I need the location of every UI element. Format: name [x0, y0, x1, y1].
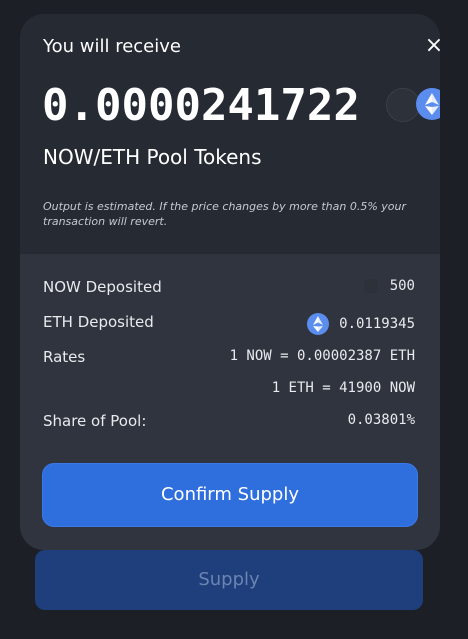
eth-deposited-row: ETH Deposited 0.0119345	[43, 313, 415, 337]
modal-heading: You will receive	[43, 36, 181, 57]
pool-pair-icons	[386, 88, 440, 122]
now-deposited-row: NOW Deposited 500	[43, 278, 415, 302]
slippage-note: Output is estimated. If the price change…	[43, 200, 407, 228]
receive-amount: 0.0000241722	[42, 80, 360, 131]
close-icon[interactable]: ×	[422, 34, 440, 58]
now-deposited-value-wrap: 500	[363, 278, 415, 294]
share-of-pool-row: Share of Pool: 0.03801%	[43, 412, 415, 436]
now-token-icon	[386, 88, 420, 122]
supply-button[interactable]: Supply	[35, 550, 423, 610]
pool-token-name: NOW/ETH Pool Tokens	[43, 145, 262, 169]
now-deposited-label: NOW Deposited	[43, 278, 162, 296]
rate-eth-now: 1 ETH = 41900 NOW	[271, 380, 415, 396]
eth-deposited-label: ETH Deposited	[43, 313, 154, 331]
eth-token-icon	[307, 313, 330, 335]
confirm-supply-modal: You will receive × 0.0000241722 NOW/ETH …	[20, 14, 440, 550]
eth-token-icon	[416, 88, 440, 120]
share-of-pool-label: Share of Pool:	[43, 412, 147, 430]
eth-deposited-value-wrap: 0.0119345	[307, 313, 415, 335]
rate-now-eth: 1 NOW = 0.00002387 ETH	[229, 348, 415, 364]
modal-header-section: You will receive × 0.0000241722 NOW/ETH …	[20, 14, 440, 254]
now-deposited-value: 500	[389, 278, 415, 294]
confirm-supply-button[interactable]: Confirm Supply	[42, 463, 418, 527]
rates-row: Rates 1 NOW = 0.00002387 ETH 1 ETH = 419…	[43, 348, 415, 408]
eth-deposited-value: 0.0119345	[339, 316, 415, 332]
now-token-icon	[363, 279, 378, 293]
share-of-pool-value: 0.03801%	[347, 412, 415, 428]
rates-label: Rates	[43, 348, 86, 366]
